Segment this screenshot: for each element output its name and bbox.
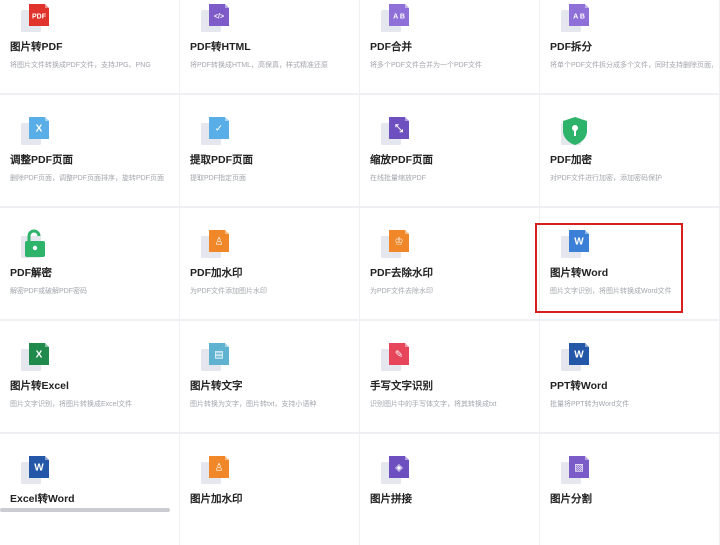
- pdf-add-watermark-icon: ♙: [198, 226, 232, 260]
- svg-text:W: W: [574, 237, 584, 248]
- tool-description: 对PDF文件进行加密，添加密码保护: [550, 175, 662, 182]
- ppt-to-word-icon: W: [558, 339, 592, 373]
- tool-description: 图片文字识别，将图片转换成Word文件: [550, 288, 672, 295]
- tool-title: PPT转Word: [550, 380, 608, 392]
- pdf-remove-watermark-icon: ♔: [378, 226, 412, 260]
- pdf-decrypt-icon: [18, 226, 52, 260]
- tool-title: 图片转PDF: [10, 41, 63, 53]
- tool-card[interactable]: W Excel转Word: [0, 434, 179, 545]
- scale-pdf-pages-icon: ⤡: [378, 113, 412, 147]
- svg-text:X: X: [36, 124, 43, 135]
- tool-title: 图片分割: [550, 493, 592, 505]
- tool-title: PDF合并: [370, 41, 412, 53]
- tool-description: 将PDF转换成HTML，高保真，样式精准还原: [190, 62, 329, 69]
- tool-card[interactable]: X 调整PDF页面删除PDF页面，调整PDF页面排序，旋转PDF页面: [0, 95, 179, 206]
- tool-title: 调整PDF页面: [10, 154, 73, 166]
- image-to-excel-icon: X: [18, 339, 52, 373]
- tool-title: 提取PDF页面: [190, 154, 253, 166]
- tool-title: PDF转HTML: [190, 41, 251, 53]
- tool-title: 缩放PDF页面: [370, 154, 433, 166]
- handwriting-recognition-icon: ✎: [378, 339, 412, 373]
- tool-title: PDF加密: [550, 154, 592, 166]
- tool-title: 图片转文字: [190, 380, 243, 392]
- svg-text:W: W: [574, 350, 584, 361]
- svg-text:♙: ♙: [215, 237, 224, 248]
- tool-description: 删除PDF页面，调整PDF页面排序，旋转PDF页面: [10, 175, 164, 182]
- tool-card[interactable]: ♙ 图片加水印: [180, 434, 359, 545]
- tool-description: 将单个PDF文件拆分成多个文件，同时支持删除页面，对页面进行排序: [550, 62, 713, 69]
- tool-card[interactable]: ▤ 图片转文字图片转换为文字，图片转txt，支持小语种: [180, 321, 359, 432]
- tool-card[interactable]: </> PDF转HTML 将PDF转换成HTML，高保真，样式精准还原: [180, 0, 359, 93]
- svg-text:▤: ▤: [214, 350, 223, 361]
- image-to-pdf-icon: PDF: [18, 0, 52, 34]
- tool-description: 批量将PPT转为Word文件: [550, 401, 630, 408]
- tool-title: 图片转Excel: [10, 380, 69, 392]
- tool-card[interactable]: ⤡ 缩放PDF页面在线批量缩放PDF: [360, 95, 539, 206]
- tool-card[interactable]: PDF 图片转PDF 将图片文件转换成PDF文件，支持JPG、PNG: [0, 0, 179, 93]
- svg-text:⤡: ⤡: [395, 124, 403, 135]
- tool-description: 为PDF文件添加图片水印: [190, 288, 267, 295]
- tool-description: 识别图片中的手写体文字，将其转换成txt: [370, 401, 497, 408]
- tool-card[interactable]: W 图片转Word 图片文字识别，将图片转换成Word文件: [540, 208, 719, 319]
- tool-description: 提取PDF指定页面: [190, 175, 246, 182]
- tool-card[interactable]: X 图片转Excel 图片文字识别，将图片转换成Excel文件: [0, 321, 179, 432]
- tool-card[interactable]: A B PDF合并将多个PDF文件合并为一个PDF文件: [360, 0, 539, 93]
- image-to-word-icon: W: [558, 226, 592, 260]
- svg-text:</>: </>: [214, 14, 224, 21]
- svg-text:PDF: PDF: [32, 14, 47, 21]
- pdf-to-html-icon: </>: [198, 0, 232, 34]
- image-to-text-icon: ▤: [198, 339, 232, 373]
- tool-title: PDF去除水印: [370, 267, 433, 279]
- tool-description: 解密PDF或破解PDF密码: [10, 288, 87, 295]
- tool-card[interactable]: ♙ PDF加水印为PDF文件添加图片水印: [180, 208, 359, 319]
- svg-text:A B: A B: [573, 14, 585, 21]
- tool-title: 图片转Word: [550, 267, 609, 279]
- tool-card-list: PDF 图片转PDF 将图片文件转换成PDF文件，支持JPG、PNG </> PDF转H…: [0, 0, 720, 545]
- tool-card[interactable]: ▧ 图片分割: [540, 434, 719, 545]
- image-add-watermark-icon: ♙: [198, 452, 232, 486]
- tool-title: 图片拼接: [370, 493, 412, 505]
- horizontal-scrollbar[interactable]: [0, 508, 170, 512]
- tool-description: 将图片文件转换成PDF文件，支持JPG、PNG: [10, 62, 151, 69]
- pdf-split-icon: A B: [558, 0, 592, 34]
- svg-text:▧: ▧: [574, 463, 583, 474]
- tool-card[interactable]: ♔ PDF去除水印为PDF文件去除水印: [360, 208, 539, 319]
- tool-card[interactable]: ◈ 图片拼接: [360, 434, 539, 545]
- tool-title: PDF解密: [10, 267, 52, 279]
- tool-card[interactable]: A B PDF拆分将单个PDF文件拆分成多个文件，同时支持删除页面，对页面进行排序: [540, 0, 719, 93]
- tool-card[interactable]: ✎ 手写文字识别识别图片中的手写体文字，将其转换成txt: [360, 321, 539, 432]
- tool-card[interactable]: PDF解密解密PDF或破解PDF密码: [0, 208, 179, 319]
- tool-card[interactable]: W PPT转Word 批量将PPT转为Word文件: [540, 321, 719, 432]
- svg-text:✓: ✓: [215, 124, 223, 135]
- tool-card[interactable]: PDF加密对PDF文件进行加密，添加密码保护: [540, 95, 719, 206]
- tool-description: 将多个PDF文件合并为一个PDF文件: [370, 62, 482, 69]
- svg-text:A B: A B: [393, 14, 405, 21]
- pdf-encrypt-icon: [558, 113, 592, 147]
- svg-text:♙: ♙: [215, 463, 224, 474]
- svg-text:W: W: [34, 463, 44, 474]
- image-split-icon: ▧: [558, 452, 592, 486]
- excel-to-word-icon: W: [18, 452, 52, 486]
- image-stitch-icon: ◈: [378, 452, 412, 486]
- adjust-pdf-pages-icon: X: [18, 113, 52, 147]
- svg-text:◈: ◈: [395, 463, 403, 474]
- pdf-merge-icon: A B: [378, 0, 412, 34]
- tool-description: 为PDF文件去除水印: [370, 288, 433, 295]
- tool-card[interactable]: ✓ 提取PDF页面提取PDF指定页面: [180, 95, 359, 206]
- svg-text:X: X: [36, 350, 43, 361]
- tool-description: 图片文字识别，将图片转换成Excel文件: [10, 401, 133, 408]
- tool-title: PDF拆分: [550, 41, 592, 53]
- tool-grid: PDF 图片转PDF 将图片文件转换成PDF文件，支持JPG、PNG </> PDF转H…: [0, 0, 720, 545]
- tool-title: 手写文字识别: [370, 380, 433, 392]
- tool-title: 图片加水印: [190, 493, 243, 505]
- tool-title: PDF加水印: [190, 267, 243, 279]
- tool-description: 图片转换为文字，图片转txt，支持小语种: [190, 401, 317, 408]
- extract-pdf-pages-icon: ✓: [198, 113, 232, 147]
- tool-description: 在线批量缩放PDF: [370, 175, 426, 182]
- svg-text:✎: ✎: [395, 350, 403, 361]
- tool-title: Excel转Word: [10, 493, 75, 505]
- svg-text:♔: ♔: [395, 237, 404, 248]
